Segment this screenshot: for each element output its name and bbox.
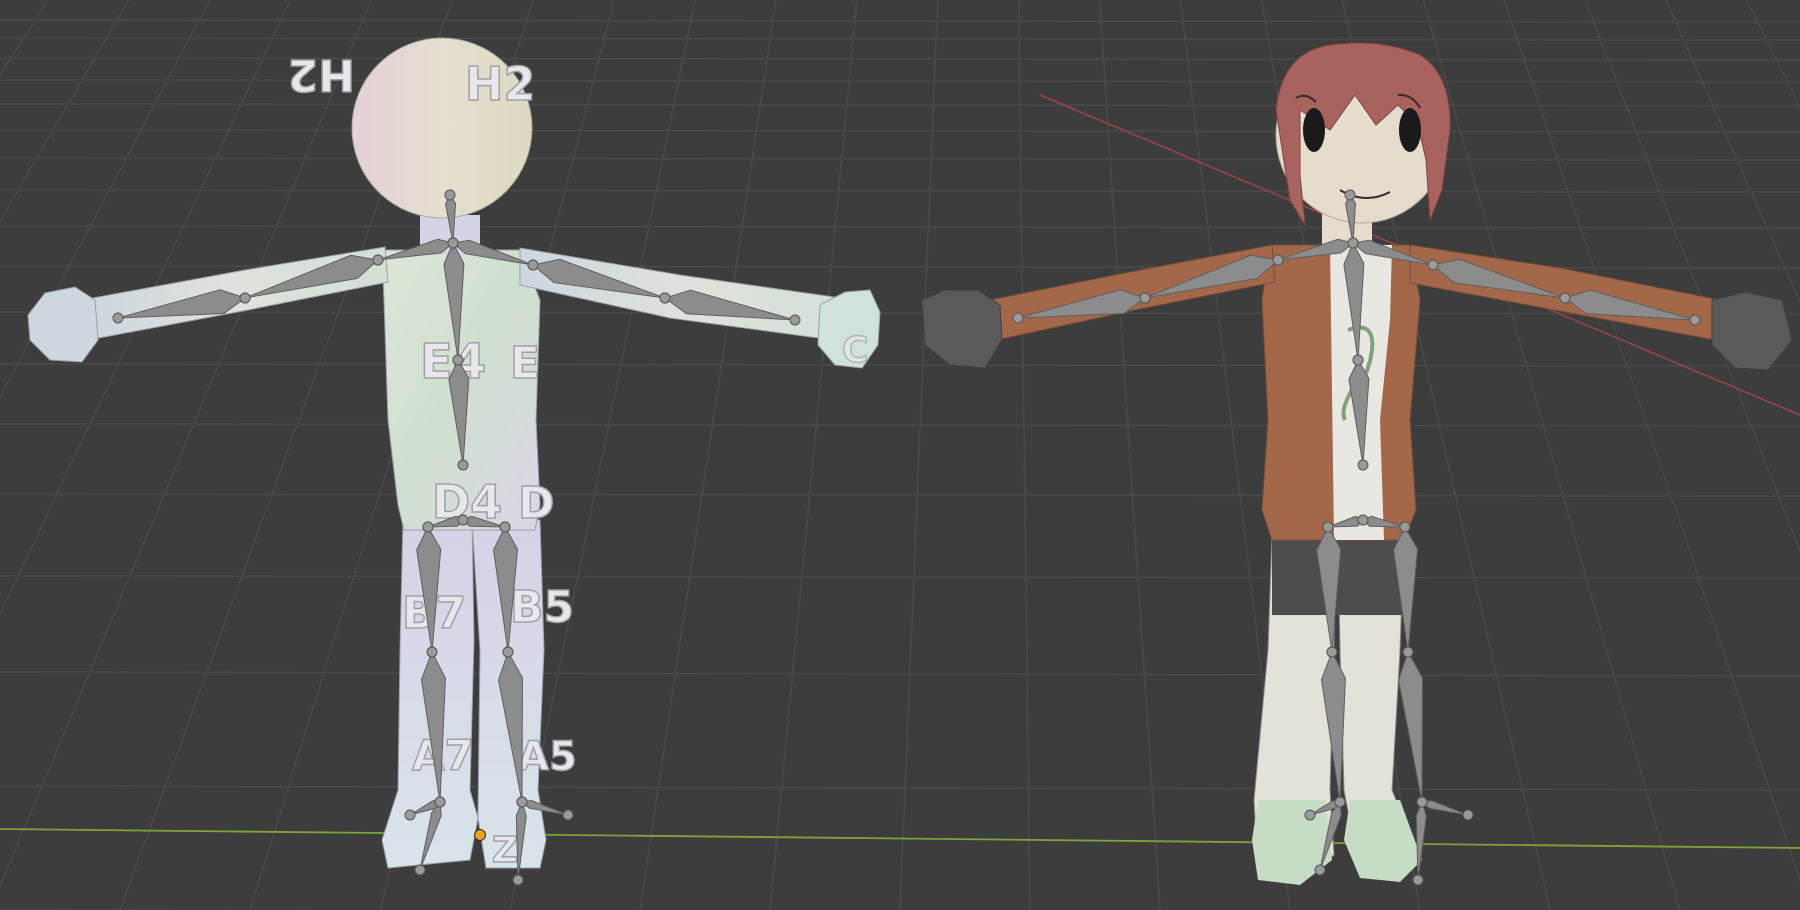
- right-model[interactable]: [921, 42, 1793, 885]
- right-model-glove-right-side[interactable]: [921, 289, 1003, 369]
- bone-joint[interactable]: [1272, 254, 1284, 266]
- bone-joint[interactable]: [1357, 514, 1369, 526]
- bone-34[interactable]: [1398, 650, 1423, 803]
- bone-joint[interactable]: [444, 189, 456, 201]
- floor-grid: [0, 0, 1800, 910]
- right-model-right-shoe[interactable]: [1344, 800, 1422, 882]
- bone-joint[interactable]: [1322, 521, 1334, 533]
- bone-joint[interactable]: [1139, 292, 1151, 304]
- armature-bones[interactable]: [112, 189, 1701, 886]
- bone-joint[interactable]: [1334, 796, 1346, 808]
- bone-joint[interactable]: [1399, 521, 1411, 533]
- left-model-hand-right-side[interactable]: [27, 286, 99, 363]
- bone-38[interactable]: [1415, 800, 1427, 881]
- bone-joint[interactable]: [1412, 874, 1424, 886]
- bone-joint[interactable]: [457, 459, 469, 471]
- tex-label-thigh-right: B5: [510, 582, 574, 633]
- bone-joint[interactable]: [239, 292, 251, 304]
- bone-joint[interactable]: [447, 237, 459, 249]
- tex-label-foot-right: Z: [492, 830, 518, 871]
- bone-joint[interactable]: [1344, 189, 1356, 201]
- bone-joint[interactable]: [1304, 809, 1316, 821]
- bone-joint[interactable]: [502, 646, 514, 658]
- bone-joint[interactable]: [512, 874, 524, 886]
- tex-label-belly-side: D: [518, 478, 555, 529]
- bone-36[interactable]: [1420, 799, 1469, 816]
- bone-joint[interactable]: [426, 646, 438, 658]
- bone-joint[interactable]: [1347, 237, 1359, 249]
- bone-joint[interactable]: [659, 292, 671, 304]
- bone-joint[interactable]: [422, 521, 434, 533]
- bone-joint[interactable]: [434, 796, 446, 808]
- bone-joint[interactable]: [1352, 354, 1364, 366]
- right-model-left-eye: [1303, 108, 1325, 152]
- bone-joint[interactable]: [516, 796, 528, 808]
- bone-joint[interactable]: [527, 259, 539, 271]
- bone-joint[interactable]: [1314, 864, 1326, 876]
- bone-joint[interactable]: [499, 521, 511, 533]
- bone-joint[interactable]: [1326, 646, 1338, 658]
- right-model-right-eye: [1399, 108, 1421, 152]
- tex-label-shin-right: A5: [518, 734, 577, 780]
- bone-joint[interactable]: [1689, 314, 1701, 326]
- right-model-arm-right-side[interactable]: [989, 244, 1276, 341]
- tex-label-head-right: H2: [465, 57, 536, 111]
- bone-joint[interactable]: [1402, 646, 1414, 658]
- bone-joint[interactable]: [1427, 259, 1439, 271]
- bone-joint[interactable]: [1012, 312, 1024, 324]
- 3d-viewport[interactable]: H2 H2 E4 E D4 D B7 B5 A7 A5 Z C: [0, 0, 1800, 910]
- bone-joint[interactable]: [562, 809, 574, 821]
- bone-joint[interactable]: [789, 314, 801, 326]
- bone-joint[interactable]: [1462, 809, 1474, 821]
- bone-joint[interactable]: [457, 514, 469, 526]
- viewport-canvas[interactable]: H2 H2 E4 E D4 D B7 B5 A7 A5 Z C: [0, 0, 1800, 910]
- tex-label-shoulder-right: C: [842, 330, 868, 371]
- bone-joint[interactable]: [404, 809, 416, 821]
- tex-label-head-left: H2: [288, 49, 355, 100]
- right-model-glove-left-side[interactable]: [1711, 291, 1793, 371]
- bone-joint[interactable]: [1559, 292, 1571, 304]
- bone-joint[interactable]: [112, 312, 124, 324]
- tex-label-chest-side: E: [510, 338, 540, 389]
- object-origin-marker[interactable]: [474, 829, 486, 841]
- bone-joint[interactable]: [1357, 459, 1369, 471]
- bone-joint[interactable]: [372, 254, 384, 266]
- bone-joint[interactable]: [414, 864, 426, 876]
- bone-joint[interactable]: [1416, 796, 1428, 808]
- bone-joint[interactable]: [452, 354, 464, 366]
